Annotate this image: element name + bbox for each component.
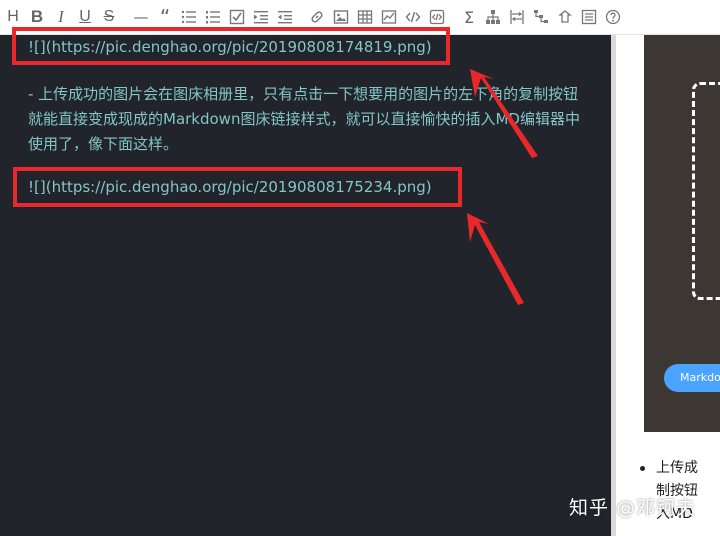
code-icon[interactable] <box>404 6 422 28</box>
strikethrough-button[interactable]: S <box>100 6 118 28</box>
indent-icon[interactable] <box>252 6 270 28</box>
image-icon[interactable] <box>332 6 350 28</box>
quote-button[interactable]: “ <box>156 5 174 29</box>
chart-icon[interactable] <box>380 6 398 28</box>
annotation-arrows <box>467 69 538 305</box>
markdown-editor[interactable]: ![](https://pic.denghao.org/pic/20190808… <box>0 27 611 536</box>
mermaid-icon[interactable] <box>532 6 550 28</box>
task-list-icon[interactable] <box>228 6 246 28</box>
upload-dropzone <box>692 82 720 300</box>
arrow-1 <box>470 69 538 158</box>
zhihu-watermark: 知乎 @邓钶夫 <box>569 497 697 519</box>
markdown-copy-button: Markdown <box>664 364 720 392</box>
horizontal-rule-button[interactable]: — <box>132 6 150 28</box>
preview-pane: Markdown 上传成 制按钮 入MD <box>616 35 720 536</box>
underline-button[interactable]: U <box>76 6 94 28</box>
upload-icon[interactable] <box>556 6 574 28</box>
table-icon[interactable] <box>356 6 374 28</box>
sequence-icon[interactable] <box>508 6 526 28</box>
bold-button[interactable]: B <box>28 6 46 28</box>
italic-button[interactable]: I <box>52 6 70 28</box>
ordered-list-icon[interactable] <box>204 6 222 28</box>
bullet-icon <box>640 466 645 471</box>
link-icon[interactable] <box>308 6 326 28</box>
unordered-list-icon[interactable] <box>180 6 198 28</box>
toc-icon[interactable] <box>580 6 598 28</box>
arrow-2 <box>467 213 524 305</box>
preview-bullet-line: 上传成 <box>656 460 698 476</box>
code-block-icon[interactable] <box>428 6 446 28</box>
flowchart-icon[interactable] <box>484 6 502 28</box>
outdent-icon[interactable] <box>276 6 294 28</box>
help-icon[interactable] <box>604 6 622 28</box>
formula-icon[interactable]: Σ <box>460 6 478 28</box>
heading-button[interactable]: H <box>4 6 22 28</box>
